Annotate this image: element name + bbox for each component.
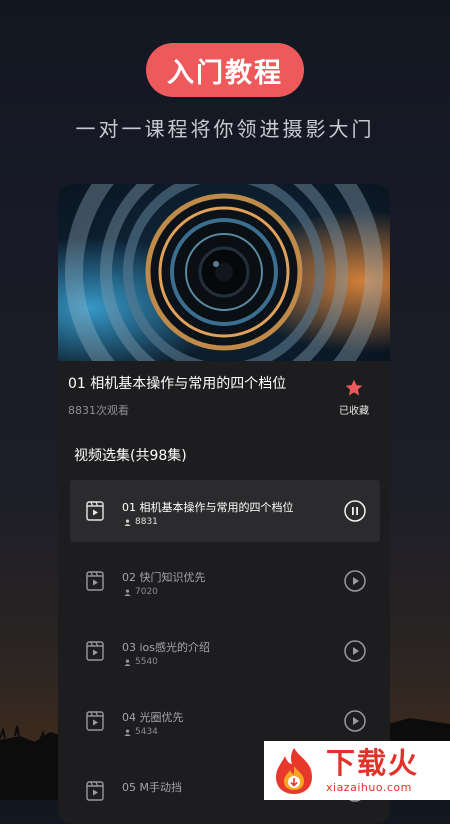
hero-subtitle: 一对一课程将你领进摄影大门 <box>75 117 375 141</box>
episode-play-count: 7020 <box>135 587 158 597</box>
episode-play-count: 5434 <box>135 727 158 737</box>
episode-title: 04 光圈优先 <box>122 711 184 724</box>
star-icon <box>345 379 363 396</box>
user-icon <box>124 728 131 736</box>
episode-meta: 7020 <box>124 587 158 597</box>
video-file-icon <box>86 501 104 521</box>
watermark-domain: xiazaihuo.com <box>326 780 412 794</box>
favorite-label: 已收藏 <box>339 406 369 417</box>
fire-logo-icon <box>276 747 312 794</box>
video-file-icon <box>86 781 104 801</box>
episode-row[interactable]: 01 相机基本操作与常用的四个档位 8831 <box>70 480 380 542</box>
episodes-section-title: 视频选集(共98集) <box>74 448 187 464</box>
favorite-button[interactable]: 已收藏 <box>334 378 374 417</box>
episode-play-count: 8831 <box>135 517 158 527</box>
pause-icon[interactable] <box>344 500 366 522</box>
lesson-title: 01 相机基本操作与常用的四个档位 <box>68 376 287 392</box>
video-file-icon <box>86 711 104 731</box>
site-watermark: 下载火 xiazaihuo.com <box>264 741 450 800</box>
episode-title: 05 M手动挡 <box>122 781 182 794</box>
hero-badge: 入门教程 <box>146 43 304 97</box>
play-icon[interactable] <box>344 570 366 592</box>
watermark-brand: 下载火 <box>326 745 420 780</box>
view-count: 8831次观看 <box>68 404 129 417</box>
play-icon[interactable] <box>344 710 366 732</box>
play-icon[interactable] <box>344 640 366 662</box>
episode-play-count: 5540 <box>135 657 158 667</box>
episode-meta: 8831 <box>124 517 158 527</box>
course-cover-image[interactable] <box>58 184 390 361</box>
episode-title: 02 快门知识优先 <box>122 571 206 584</box>
user-icon <box>124 518 131 526</box>
episode-title: 01 相机基本操作与常用的四个档位 <box>122 501 294 514</box>
episode-meta: 5540 <box>124 657 158 667</box>
video-file-icon <box>86 571 104 591</box>
user-icon <box>124 588 131 596</box>
user-icon <box>124 658 131 666</box>
episode-meta: 5434 <box>124 727 158 737</box>
episode-row[interactable]: 03 ios感光的介绍 5540 <box>70 620 380 682</box>
episode-row[interactable]: 02 快门知识优先 7020 <box>70 550 380 612</box>
video-file-icon <box>86 641 104 661</box>
course-card: 01 相机基本操作与常用的四个档位 8831次观看 已收藏 视频选集(共98集)… <box>58 184 390 824</box>
episode-title: 03 ios感光的介绍 <box>122 641 211 654</box>
